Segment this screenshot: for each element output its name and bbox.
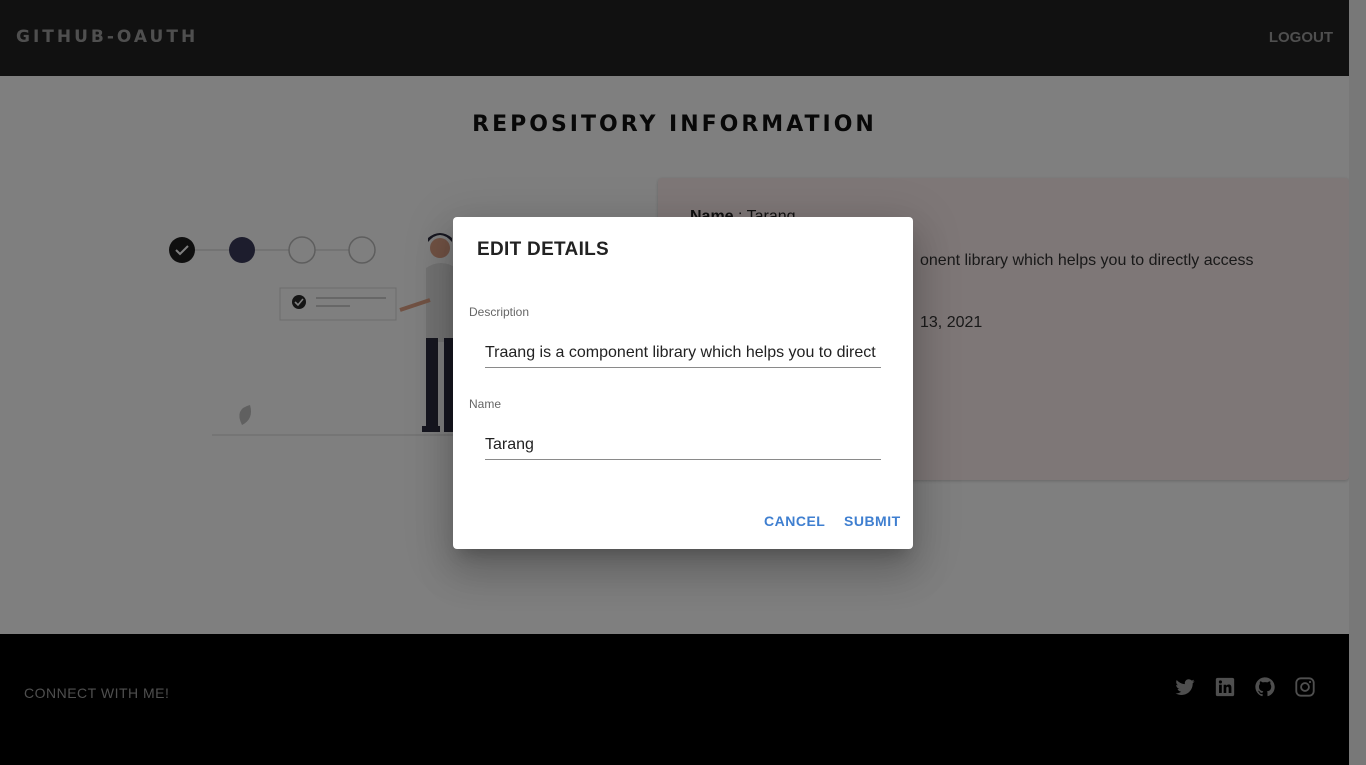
description-label: Description — [469, 305, 530, 319]
edit-details-dialog: EDIT DETAILS Description Name CANCEL SUB… — [453, 217, 913, 549]
description-input[interactable] — [485, 338, 881, 368]
cancel-button[interactable]: CANCEL — [764, 513, 825, 529]
name-label: Name — [469, 397, 502, 411]
dialog-title: EDIT DETAILS — [477, 239, 610, 260]
submit-button[interactable]: SUBMIT — [844, 513, 901, 529]
name-input[interactable] — [485, 430, 881, 460]
